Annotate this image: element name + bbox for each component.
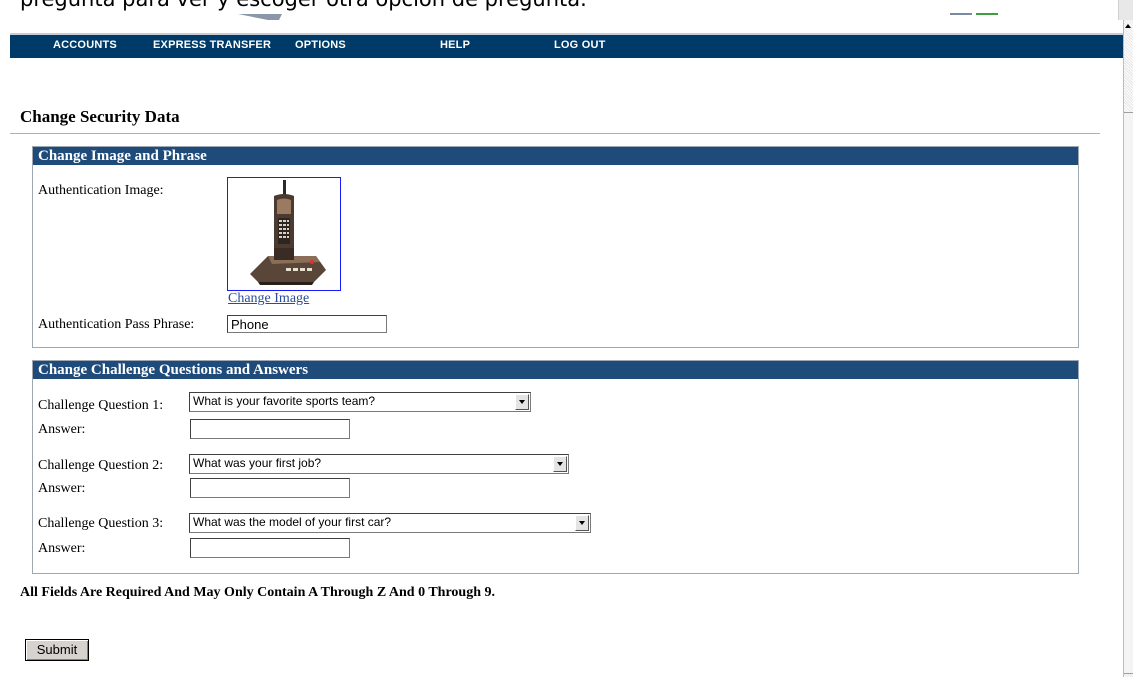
answer-1-input[interactable] (190, 419, 350, 439)
answer-2-label: Answer: (38, 481, 86, 496)
select-value: What was your first job? (193, 456, 322, 470)
chevron-down-icon[interactable] (575, 515, 589, 531)
select-value: What is your favorite sports team? (193, 394, 376, 408)
challenge-question-2-select[interactable]: What was your first job? (189, 454, 569, 474)
tab-wedge (238, 14, 282, 20)
challenge-question-3-select[interactable]: What was the model of your first car? (189, 513, 591, 533)
nav-express-transfer[interactable]: EXPRESS TRANSFER (153, 39, 271, 51)
challenge-question-1-select[interactable]: What is your favorite sports team? (189, 392, 531, 412)
answer-2-input[interactable] (190, 478, 350, 498)
chevron-down-icon[interactable] (553, 456, 567, 472)
auth-image-label: Authentication Image: (38, 183, 164, 198)
title-divider (10, 133, 1100, 134)
top-caption-strip: pregunta para ver y escoger otra opción … (0, 0, 1133, 20)
cordless-phone-image (250, 180, 326, 285)
page-title: Change Security Data (20, 107, 180, 126)
nav-help[interactable]: HELP (440, 39, 470, 51)
image-phrase-header: Change Image and Phrase (33, 147, 1078, 165)
scrollbar-thumb[interactable] (1124, 112, 1133, 674)
answer-3-input[interactable] (190, 538, 350, 558)
image-phrase-panel: Change Image and Phrase Authentication I… (32, 146, 1079, 348)
scrollbar-top (1118, 0, 1133, 20)
nav-accounts[interactable]: ACCOUNTS (53, 39, 117, 51)
top-nav-bar: ACCOUNTS EXPRESS TRANSFER OPTIONS HELP L… (10, 33, 1125, 58)
challenge-questions-header: Change Challenge Questions and Answers (33, 361, 1078, 379)
authentication-image (227, 177, 341, 291)
answer-3-label: Answer: (38, 541, 86, 556)
challenge-question-3-label: Challenge Question 3: (38, 516, 164, 531)
chevron-down-icon[interactable] (515, 394, 529, 410)
required-fields-note: All Fields Are Required And May Only Con… (20, 585, 495, 600)
nav-options[interactable]: OPTIONS (295, 39, 346, 51)
window-icons (950, 10, 1010, 20)
select-value: What was the model of your first car? (193, 515, 392, 529)
nav-log-out[interactable]: LOG OUT (554, 39, 606, 51)
challenge-question-1-label: Challenge Question 1: (38, 398, 164, 413)
vertical-scrollbar[interactable] (1123, 20, 1133, 677)
caption-text: pregunta para ver y escoger otra opción … (20, 0, 587, 11)
challenge-questions-panel: Change Challenge Questions and Answers C… (32, 360, 1079, 574)
scroll-up-arrow-icon[interactable] (1125, 24, 1131, 28)
challenge-question-2-label: Challenge Question 2: (38, 458, 164, 473)
answer-1-label: Answer: (38, 422, 86, 437)
pass-phrase-input[interactable] (227, 315, 387, 333)
change-image-link[interactable]: Change Image (228, 291, 309, 307)
submit-button[interactable]: Submit (25, 639, 89, 661)
pass-phrase-label: Authentication Pass Phrase: (38, 317, 195, 332)
